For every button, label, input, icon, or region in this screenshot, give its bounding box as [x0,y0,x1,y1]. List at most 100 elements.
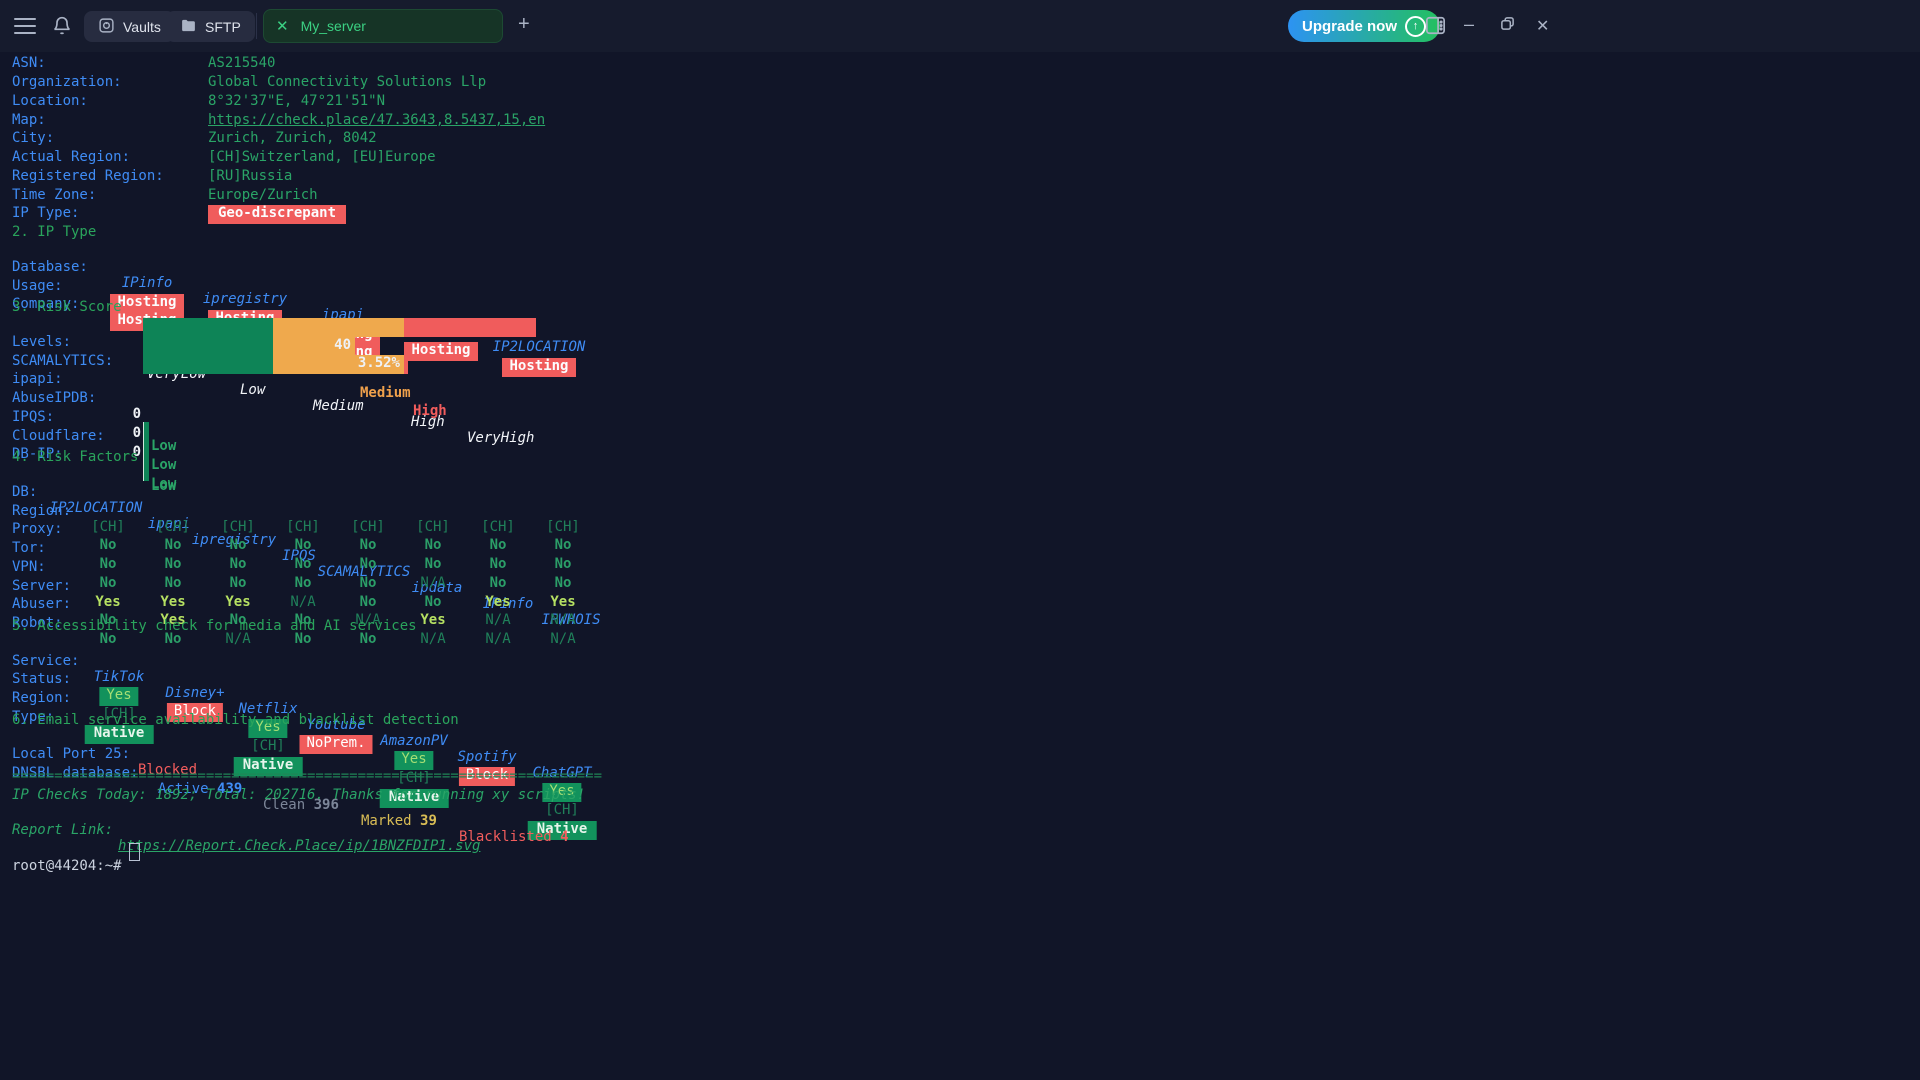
section-title-accessibility: 5. Accessibility check for media and AI … [12,618,417,634]
tab-label: My_server [301,18,366,34]
db-column-header: ipregistry [203,291,287,307]
vaults-button[interactable]: Vaults [84,11,175,42]
rf-cell: No [165,537,182,553]
field-value: Europe/Zurich [208,187,318,203]
new-tab-button[interactable]: + [518,14,530,34]
service-column-header: AmazonPV [380,733,447,749]
risk-levels-bar [143,318,536,337]
rf-cell: No [490,556,507,572]
rf-cell: N/A [550,631,575,647]
window-restore-button[interactable] [1500,16,1515,36]
window-minimize-button[interactable]: – [1464,14,1474,35]
rf-cell: N/A [485,631,510,647]
checks-summary: IP Checks Today: 1892; Total: 202716. Th… [12,787,585,803]
rf-cell: No [360,594,377,610]
status-badge: Yes [99,687,138,706]
status-badge: NoPrem. [299,735,372,754]
scamalytics-score: 40 [273,337,355,356]
section-title-risk-score: 3. Risk Score [12,299,122,315]
rf-cell: [CH] [351,519,385,535]
rf-cell: No [555,556,572,572]
rf-cell: No [360,556,377,572]
tab-close-icon[interactable]: ✕ [276,19,289,34]
rf-cell: No [360,537,377,553]
notifications-bell-icon[interactable] [52,16,72,41]
score-bar-sliver [143,441,149,460]
shell-prompt: root@44204:~# [12,858,122,874]
report-link-label: Report Link: [12,822,113,838]
sftp-button[interactable]: SFTP [166,11,255,42]
field-label: IP Type: [12,205,79,221]
folder-icon [180,17,197,37]
rf-cell: N/A [420,575,445,591]
window-close-button[interactable]: ✕ [1536,16,1549,36]
usage-badge: Hosting [502,358,576,377]
ipapi-score-bar: 3.52% [143,355,408,374]
field-label: Registered Region: [12,168,164,184]
risk-level-value: High [413,403,447,419]
risk-score-value: 0 [117,425,141,441]
rf-cell: Yes [550,594,575,610]
db-column-header: IP2LOCATION [493,339,586,355]
score-bar-sliver [143,462,149,481]
section-title-ip-type: 2. IP Type [12,224,96,240]
rf-cell: [CH] [221,519,255,535]
field-value: [CH]Switzerland, [EU]Europe [208,149,436,165]
rf-cell: [CH] [156,519,190,535]
rf-cell: N/A [550,612,575,628]
rf-cell: No [230,537,247,553]
sidebar-toggle-icon[interactable] [1425,16,1446,40]
rf-cell: No [425,594,442,610]
report-link[interactable]: https://Report.Check.Place/ip/1BNZFDIP1.… [118,838,480,854]
rf-cell: No [555,537,572,553]
rf-cell: No [425,537,442,553]
rf-cell: [CH] [91,519,125,535]
ipapi-score: 3.52% [273,355,404,374]
service-region: [CH] [251,738,285,754]
tab-my-server[interactable]: ✕ My_server [263,9,503,43]
field-value: AS215540 [208,55,275,71]
field-value: Global Connectivity Solutions Llp [208,74,486,90]
rf-cell: No [295,537,312,553]
field-label: Map: [12,112,46,128]
hamburger-menu-icon[interactable] [14,18,36,34]
rf-cell: Yes [485,594,510,610]
separator-line: ========================================… [12,768,602,784]
rf-cell: Yes [95,594,120,610]
rf-cell: No [165,556,182,572]
risk-level-value: Medium [360,385,411,401]
field-label: Time Zone: [12,187,96,203]
rf-cell: [CH] [546,519,580,535]
terminal-cursor [129,843,140,861]
vaults-button-label: Vaults [123,19,161,35]
rf-cell: No [490,575,507,591]
upgrade-now-button[interactable]: Upgrade now ↑ [1288,10,1440,42]
map-link[interactable]: https://check.place/47.3643,8.5437,15,en [208,112,545,128]
field-value: 8°32'37"E, 47°21'51"N [208,93,385,109]
rf-cell: No [295,556,312,572]
service-column-header: TikTok [94,669,145,685]
rf-cell: No [100,556,117,572]
section-title-risk-factors: 4. Risk Factors [12,449,138,465]
level-name: Low [240,382,265,398]
rf-cell: No [100,537,117,553]
rf-cell: Yes [420,612,445,628]
rf-cell: Yes [225,594,250,610]
risk-level-value: Low [151,438,176,454]
scamalytics-score-bar: 40 [143,337,355,356]
vault-icon [98,17,115,37]
rf-cell: N/A [485,612,510,628]
level-name: Medium [313,398,364,414]
db-column-header: IPinfo [122,275,173,291]
level-name: VeryHigh [467,430,534,446]
rf-cell: N/A [290,594,315,610]
usage-badge: Hosting [404,342,478,361]
field-value: Zurich, Zurich, 8042 [208,130,377,146]
rf-cell: No [230,575,247,591]
service-region: [CH] [545,802,579,818]
rf-cell: No [555,575,572,591]
service-column-header: Disney+ [165,685,224,701]
rf-cell: No [100,575,117,591]
upgrade-arrow-icon: ↑ [1405,16,1426,37]
rf-cell: No [425,556,442,572]
